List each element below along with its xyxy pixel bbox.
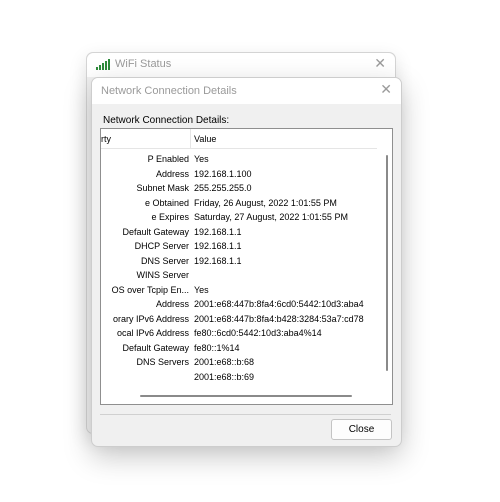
footer-divider	[100, 414, 391, 415]
row-property: Address	[101, 167, 189, 181]
table-row[interactable]: Address 2001:e68:447b:8fa4:6cd0:5442:10d3…	[101, 297, 381, 312]
row-property-text: e Expires	[151, 212, 189, 222]
row-property: e Expires	[101, 210, 189, 224]
wifi-status-title: WiFi Status	[115, 58, 172, 70]
desktop-stage: WiFi Status ✕ Network Connection Details…	[0, 0, 500, 502]
row-value: Yes	[194, 154, 209, 164]
section-label: Network Connection Details:	[103, 115, 230, 126]
row-property: Default Gateway	[101, 225, 189, 239]
row-property-text: Default Gateway	[122, 342, 189, 353]
table-row[interactable]: e Obtained Friday, 26 August, 2022 1:01:5…	[101, 196, 381, 211]
row-property: DNS Servers	[101, 355, 189, 369]
row-property-text: DNS Servers	[136, 357, 189, 367]
row-property-text: e Obtained	[144, 197, 189, 208]
row-property: ocal IPv6 Address	[101, 326, 189, 340]
column-header-property[interactable]: rty	[101, 129, 191, 148]
network-details-dialog: Network Connection Details ✕ Network Con…	[91, 77, 402, 447]
table-row[interactable]: Default Gateway 192.168.1.1	[101, 225, 381, 240]
row-property-text: Default Gateway	[122, 226, 189, 237]
row-property: DNS Server	[101, 254, 189, 268]
column-header-value[interactable]: Value	[194, 134, 216, 144]
row-value: fe80::1%14	[194, 342, 240, 353]
row-property-text: Subnet Mask	[136, 183, 189, 193]
row-property-text: Address	[155, 299, 189, 309]
table-row[interactable]: orary IPv6 Address 2001:e68:447b:8fa4:b42…	[101, 312, 381, 327]
network-details-titlebar[interactable]: Network Connection Details ✕	[92, 78, 401, 104]
row-value: 2001:e68::b:68	[194, 357, 255, 367]
row-value: 192.168.1.100	[194, 168, 252, 179]
column-header-property-label: rty	[101, 134, 111, 144]
listview-rows: P Enabled Yes Address 192.168.1.100 Subnet M…	[101, 152, 381, 384]
horizontal-scrollbar-track[interactable]	[101, 392, 392, 404]
wifi-status-titlebar[interactable]: WiFi Status ✕	[87, 53, 395, 77]
row-property-text: OS over Tcpip En...	[111, 284, 189, 295]
row-property-text: P Enabled	[147, 154, 189, 164]
row-property-text: DNS Server	[140, 255, 189, 266]
row-property: Subnet Mask	[101, 181, 189, 195]
row-property-text: Address	[155, 168, 189, 179]
row-property: Address	[101, 297, 189, 311]
row-value: Yes	[194, 284, 209, 295]
row-value: 2001:e68:447b:8fa4:6cd0:5442:10d3:aba4	[194, 299, 364, 309]
table-row[interactable]: P Enabled Yes	[101, 152, 381, 167]
row-value: 192.168.1.1	[194, 241, 242, 251]
row-value: 192.168.1.1	[194, 255, 242, 266]
wifi-signal-icon	[96, 59, 110, 70]
row-property-text: orary IPv6 Address	[112, 313, 189, 324]
row-property: Default Gateway	[101, 341, 189, 355]
table-row[interactable]: OS over Tcpip En... Yes	[101, 283, 381, 298]
row-property: P Enabled	[101, 152, 189, 166]
table-row[interactable]: Default Gateway fe80::1%14	[101, 341, 381, 356]
vertical-scrollbar[interactable]	[386, 155, 388, 371]
row-property: DHCP Server	[101, 239, 189, 253]
row-value: 255.255.255.0	[194, 183, 252, 193]
row-value: Friday, 26 August, 2022 1:01:55 PM	[194, 197, 337, 208]
wifi-status-close-icon[interactable]: ✕	[374, 55, 386, 72]
row-value: 2001:e68:447b:8fa4:b428:3284:53a7:cd78	[194, 313, 364, 324]
close-button[interactable]: Close	[331, 419, 392, 440]
details-listview[interactable]: rty Value P Enabled Yes Address 192.168.1.1…	[100, 128, 393, 405]
table-row[interactable]: DHCP Server 192.168.1.1	[101, 239, 381, 254]
row-value: 192.168.1.1	[194, 226, 242, 237]
table-row[interactable]: DNS Servers 2001:e68::b:68	[101, 355, 381, 370]
table-row[interactable]: Address 192.168.1.100	[101, 167, 381, 182]
network-details-title: Network Connection Details	[101, 85, 237, 97]
row-value: fe80::6cd0:5442:10d3:aba4%14	[194, 328, 322, 338]
row-property: orary IPv6 Address	[101, 312, 189, 326]
table-row[interactable]: e Expires Saturday, 27 August, 2022 1:01:…	[101, 210, 381, 225]
horizontal-scrollbar-thumb[interactable]	[140, 395, 352, 397]
listview-header: rty Value	[101, 129, 377, 149]
row-property-text: ocal IPv6 Address	[116, 328, 189, 338]
table-row[interactable]: 2001:e68::b:69	[101, 370, 381, 385]
table-row[interactable]: WINS Server	[101, 268, 381, 283]
row-value: 2001:e68::b:69	[194, 371, 255, 382]
row-property-text: WINS Server	[136, 270, 189, 280]
row-property-text: DHCP Server	[134, 241, 189, 251]
row-property: WINS Server	[101, 268, 189, 282]
row-value: Saturday, 27 August, 2022 1:01:55 PM	[194, 212, 348, 222]
table-row[interactable]: DNS Server 192.168.1.1	[101, 254, 381, 269]
row-property: e Obtained	[101, 196, 189, 210]
network-details-close-icon[interactable]: ✕	[380, 81, 392, 98]
table-row[interactable]: Subnet Mask 255.255.255.0	[101, 181, 381, 196]
row-property: OS over Tcpip En...	[101, 283, 189, 297]
table-row[interactable]: ocal IPv6 Address fe80::6cd0:5442:10d3:ab…	[101, 326, 381, 341]
